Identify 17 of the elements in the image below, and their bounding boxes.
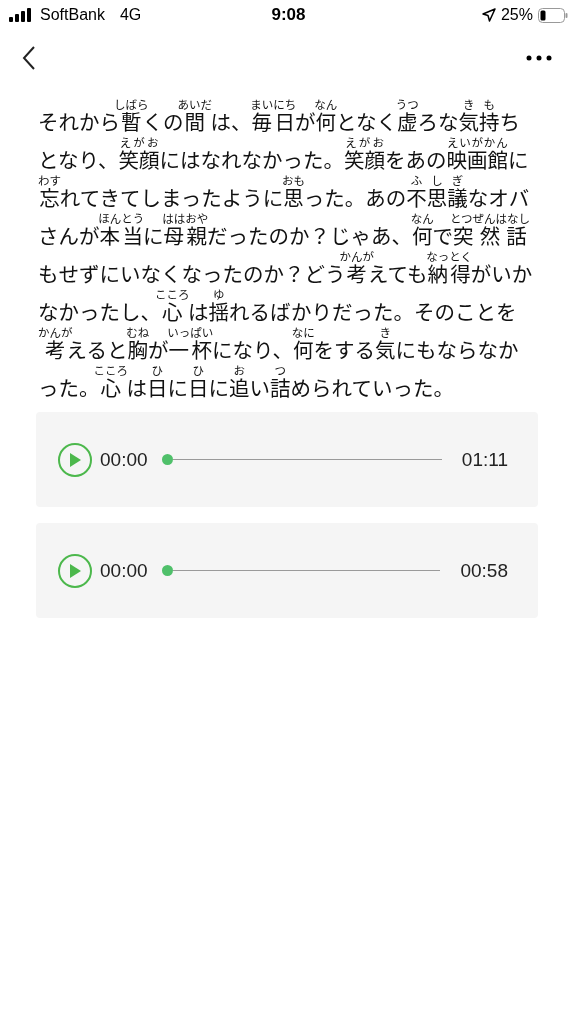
current-time: 00:00 [100, 559, 148, 582]
network-type: 4G [119, 6, 142, 24]
play-button[interactable] [58, 442, 92, 477]
play-button[interactable] [58, 553, 92, 588]
progress-thumb[interactable] [161, 565, 173, 576]
duration-time: 01:11 [461, 448, 508, 471]
clock: 9:08 [271, 5, 306, 25]
progress-thumb[interactable] [161, 454, 173, 465]
location-arrow-icon [481, 8, 496, 22]
carrier-name: SoftBank [40, 6, 105, 24]
play-icon [68, 451, 82, 468]
play-icon [68, 562, 82, 579]
more-options-button[interactable] [524, 53, 554, 63]
duration-time: 00:58 [460, 559, 508, 582]
battery-icon [538, 7, 568, 23]
current-time: 00:00 [100, 448, 148, 471]
battery-percent: 25% [500, 6, 533, 24]
